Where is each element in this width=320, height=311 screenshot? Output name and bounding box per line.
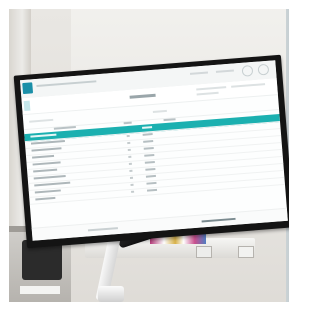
monitor-arm-base xyxy=(98,286,124,302)
row-count xyxy=(127,148,131,152)
app-footer xyxy=(31,207,288,241)
row-status xyxy=(144,153,155,157)
hero-detail xyxy=(196,86,227,91)
row-name xyxy=(32,154,55,159)
row-status xyxy=(145,174,157,178)
column-header[interactable] xyxy=(163,118,176,122)
row-name xyxy=(33,168,58,173)
row-count xyxy=(126,134,130,138)
row-name xyxy=(31,147,62,152)
row-status xyxy=(142,126,153,129)
settings-icon[interactable] xyxy=(241,65,254,77)
row-name xyxy=(34,189,61,194)
user-icon[interactable] xyxy=(257,63,270,76)
row-name xyxy=(35,196,56,201)
app-logo-icon xyxy=(22,82,34,95)
hero-icon xyxy=(23,100,31,112)
row-count xyxy=(128,162,132,166)
row-status xyxy=(142,133,153,136)
row-count xyxy=(127,141,131,145)
filter-label xyxy=(29,118,54,123)
row-status xyxy=(143,140,154,143)
page-title xyxy=(129,93,156,99)
row-count xyxy=(130,183,134,186)
header-link[interactable] xyxy=(215,69,234,73)
row-name xyxy=(30,133,57,138)
photo-scene xyxy=(0,0,298,311)
row-status xyxy=(146,181,157,185)
column-header[interactable] xyxy=(53,126,76,130)
filter-label xyxy=(152,109,167,113)
hero-detail xyxy=(231,83,266,88)
row-count xyxy=(128,155,132,159)
column-header[interactable] xyxy=(123,121,132,125)
row-status xyxy=(143,147,154,150)
monitor xyxy=(13,54,295,249)
row-name xyxy=(34,181,71,187)
row-status xyxy=(146,188,158,192)
monitor-screen xyxy=(20,60,288,241)
header-text xyxy=(36,80,97,88)
wall-plug xyxy=(196,246,212,258)
row-status xyxy=(145,167,156,171)
row-name xyxy=(30,139,65,145)
paper-stack xyxy=(20,286,60,294)
header-link[interactable] xyxy=(189,71,209,75)
row-name xyxy=(32,161,61,166)
row-count xyxy=(129,169,133,172)
row-name xyxy=(33,175,66,180)
footer-text xyxy=(87,227,118,232)
row-count xyxy=(131,190,135,193)
row-count xyxy=(129,176,134,179)
footer-link[interactable] xyxy=(201,217,236,223)
hero-detail xyxy=(196,91,219,96)
power-outlet xyxy=(238,246,254,258)
row-status xyxy=(144,160,155,164)
